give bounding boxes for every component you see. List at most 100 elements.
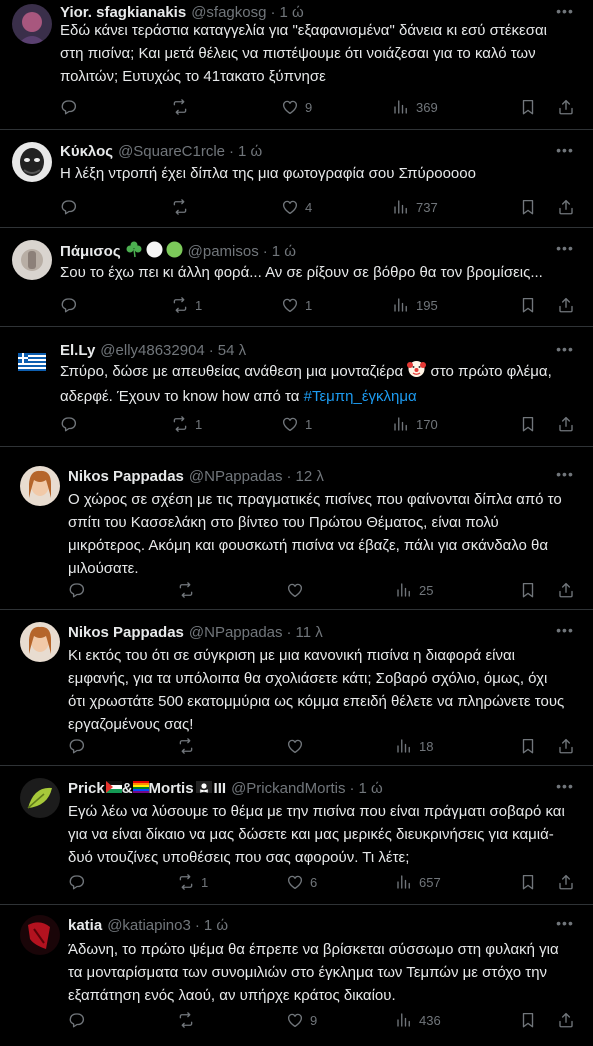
repost-button[interactable]: 1 bbox=[171, 295, 202, 315]
views-button[interactable]: 369 bbox=[392, 97, 438, 117]
like-button[interactable]: 1 bbox=[281, 414, 312, 434]
timestamp[interactable]: 1 ώ bbox=[272, 242, 296, 262]
display-name-part[interactable]: Mortis bbox=[149, 779, 194, 799]
share-button[interactable] bbox=[557, 295, 575, 315]
bookmark-button[interactable] bbox=[519, 414, 537, 434]
like-button[interactable]: 6 bbox=[286, 872, 317, 892]
reply-button[interactable] bbox=[68, 1010, 92, 1030]
tweet[interactable]: El.Ly @elly48632904 · 54 λ ••• Σπύρο, δώ… bbox=[0, 327, 593, 447]
more-icon[interactable]: ••• bbox=[555, 623, 575, 643]
user-handle[interactable]: @pamisos bbox=[188, 242, 259, 262]
reply-button[interactable] bbox=[68, 580, 92, 600]
bookmark-button[interactable] bbox=[519, 736, 537, 756]
timestamp[interactable]: 1 ώ bbox=[204, 916, 228, 936]
tweet[interactable]: Nikos Pappadas @NPappadas · 12 λ ••• Ο χ… bbox=[0, 458, 593, 610]
user-handle[interactable]: @katiapino3 bbox=[107, 916, 191, 936]
views-button[interactable]: 170 bbox=[392, 414, 438, 434]
timestamp[interactable]: 54 λ bbox=[218, 341, 246, 361]
views-button[interactable]: 195 bbox=[392, 295, 438, 315]
views-button[interactable]: 737 bbox=[392, 197, 438, 217]
timestamp[interactable]: 12 λ bbox=[296, 467, 324, 487]
bookmark-button[interactable] bbox=[519, 580, 537, 600]
bookmark-button[interactable] bbox=[519, 197, 537, 217]
more-icon[interactable]: ••• bbox=[555, 143, 575, 163]
repost-button[interactable] bbox=[177, 580, 201, 600]
user-handle[interactable]: @elly48632904 bbox=[100, 341, 204, 361]
share-button[interactable] bbox=[557, 580, 575, 600]
avatar[interactable] bbox=[20, 622, 60, 662]
bookmark-button[interactable] bbox=[519, 872, 537, 892]
reply-button[interactable] bbox=[60, 197, 84, 217]
avatar[interactable] bbox=[12, 339, 52, 379]
tweet[interactable]: Κύκλος @SquareC1rcle · 1 ώ ••• Η λέξη ντ… bbox=[0, 130, 593, 228]
views-button[interactable]: 436 bbox=[395, 1010, 441, 1030]
display-name[interactable]: katia bbox=[68, 916, 102, 936]
share-button[interactable] bbox=[557, 1010, 575, 1030]
views-button[interactable]: 18 bbox=[395, 736, 433, 756]
avatar[interactable] bbox=[20, 778, 60, 818]
share-button[interactable] bbox=[557, 97, 575, 117]
repost-button[interactable]: 1 bbox=[171, 414, 202, 434]
bookmark-button[interactable] bbox=[519, 97, 537, 117]
like-button[interactable] bbox=[286, 736, 310, 756]
reply-button[interactable] bbox=[60, 414, 84, 434]
user-handle[interactable]: @SquareC1rcle bbox=[118, 142, 225, 162]
reply-button[interactable] bbox=[68, 736, 92, 756]
share-button[interactable] bbox=[557, 414, 575, 434]
hashtag-link[interactable]: #Τεμπη_έγκλημα bbox=[304, 388, 417, 405]
display-name[interactable]: Πάμισος bbox=[60, 242, 121, 262]
user-handle[interactable]: @NPappadas bbox=[189, 467, 283, 487]
bookmark-button[interactable] bbox=[519, 1010, 537, 1030]
user-handle[interactable]: @NPappadas bbox=[189, 623, 283, 643]
display-name[interactable]: Nikos Pappadas bbox=[68, 467, 184, 487]
repost-button[interactable] bbox=[171, 197, 195, 217]
tweet[interactable]: Yior. sfagkianakis @sfagkosg · 1 ώ ••• Ε… bbox=[0, 0, 593, 130]
avatar[interactable] bbox=[12, 142, 52, 182]
like-button[interactable]: 4 bbox=[281, 197, 312, 217]
reply-button[interactable] bbox=[60, 97, 84, 117]
repost-button[interactable] bbox=[171, 97, 195, 117]
display-name-part[interactable]: & bbox=[122, 779, 133, 799]
more-icon[interactable]: ••• bbox=[555, 467, 575, 487]
likes-count: 4 bbox=[305, 199, 313, 215]
repost-button[interactable]: 1 bbox=[177, 872, 208, 892]
tweet-actions: 1 1 170 bbox=[60, 414, 575, 434]
separator-dot: · bbox=[262, 243, 268, 260]
display-name-part[interactable]: Prick bbox=[68, 779, 105, 799]
like-button[interactable] bbox=[286, 580, 310, 600]
likes-count: 9 bbox=[305, 99, 313, 115]
views-button[interactable]: 657 bbox=[395, 872, 441, 892]
avatar[interactable] bbox=[20, 915, 60, 955]
like-button[interactable]: 1 bbox=[281, 295, 312, 315]
views-button[interactable]: 25 bbox=[395, 580, 433, 600]
user-handle[interactable]: @PrickandMortis bbox=[231, 779, 345, 799]
share-button[interactable] bbox=[557, 872, 575, 892]
more-icon[interactable]: ••• bbox=[555, 779, 575, 799]
timestamp[interactable]: 11 λ bbox=[296, 623, 323, 643]
reply-button[interactable] bbox=[68, 872, 92, 892]
avatar[interactable] bbox=[12, 240, 52, 280]
avatar[interactable] bbox=[12, 4, 52, 44]
tweet[interactable]: Πάμισος @pamisos · 1 ώ ••• Σου το έχω πε… bbox=[0, 228, 593, 327]
timestamp[interactable]: 1 ώ bbox=[358, 779, 382, 799]
reposts-count: 1 bbox=[201, 874, 209, 890]
display-name[interactable]: El.Ly bbox=[60, 341, 95, 361]
avatar[interactable] bbox=[20, 466, 60, 506]
repost-button[interactable] bbox=[177, 1010, 201, 1030]
tweet[interactable]: Prick & Mortis III @PrickandMortis · 1 ώ… bbox=[0, 766, 593, 905]
more-icon[interactable]: ••• bbox=[555, 916, 575, 936]
display-name[interactable]: Κύκλος bbox=[60, 142, 113, 162]
tweet[interactable]: katia @katiapino3 · 1 ώ ••• Άδωνη, το πρ… bbox=[0, 905, 593, 1046]
more-icon[interactable]: ••• bbox=[555, 241, 575, 261]
display-name[interactable]: Nikos Pappadas bbox=[68, 623, 184, 643]
like-button[interactable]: 9 bbox=[286, 1010, 317, 1030]
display-name-part[interactable]: III bbox=[214, 779, 227, 799]
reply-button[interactable] bbox=[60, 295, 84, 315]
timestamp[interactable]: 1 ώ bbox=[238, 142, 262, 162]
share-button[interactable] bbox=[557, 197, 575, 217]
repost-button[interactable] bbox=[177, 736, 201, 756]
like-button[interactable]: 9 bbox=[281, 97, 312, 117]
bookmark-button[interactable] bbox=[519, 295, 537, 315]
share-button[interactable] bbox=[557, 736, 575, 756]
tweet[interactable]: Nikos Pappadas @NPappadas · 11 λ ••• Κι … bbox=[0, 610, 593, 766]
